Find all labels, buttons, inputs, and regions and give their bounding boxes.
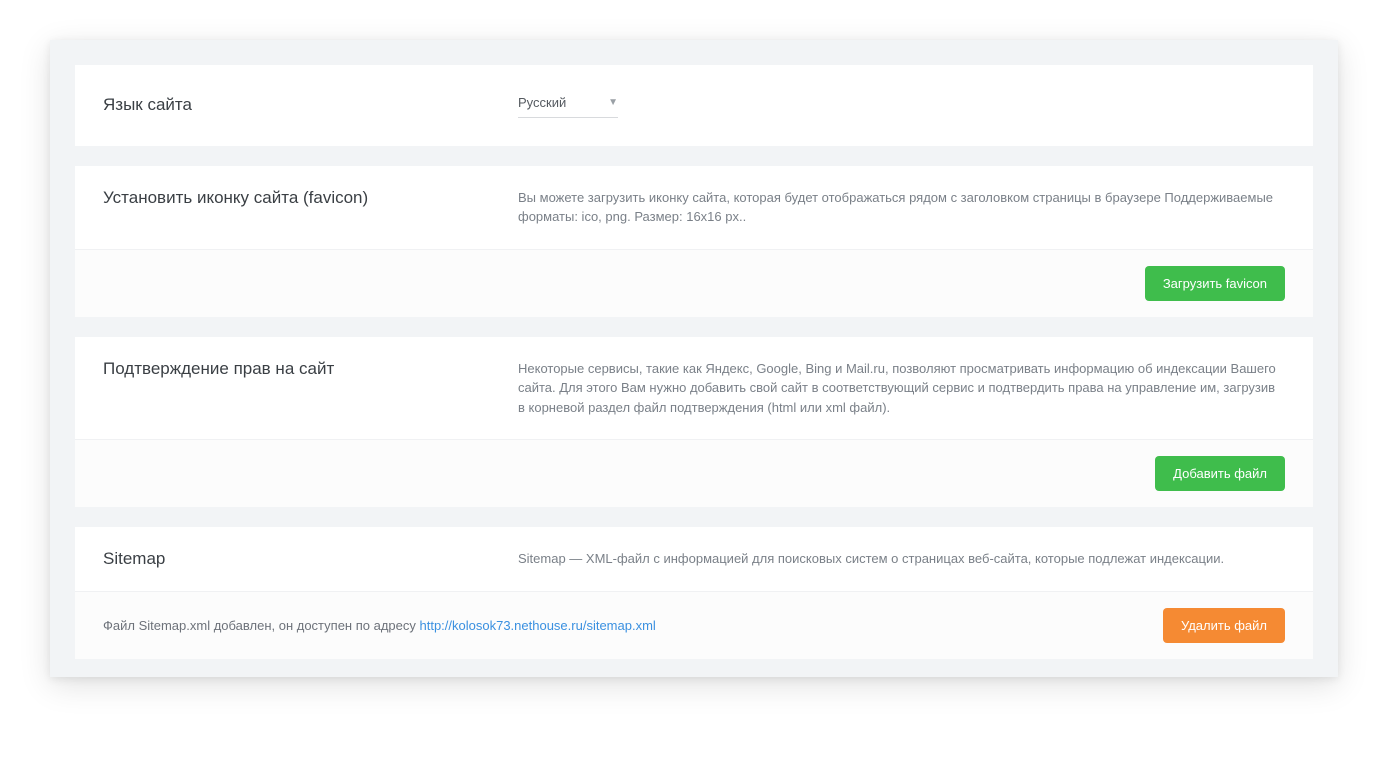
delete-file-button[interactable]: Удалить файл — [1163, 608, 1285, 643]
sitemap-status-prefix: Файл Sitemap.xml добавлен, он доступен п… — [103, 618, 420, 633]
verification-card: Подтверждение прав на сайт Некоторые сер… — [75, 337, 1313, 508]
favicon-title: Установить иконку сайта (favicon) — [103, 188, 518, 208]
caret-down-icon: ▼ — [608, 95, 618, 110]
sitemap-title: Sitemap — [103, 549, 518, 569]
favicon-card: Установить иконку сайта (favicon) Вы мож… — [75, 166, 1313, 317]
language-select-value: Русский — [518, 93, 608, 113]
language-select[interactable]: Русский ▼ — [518, 93, 618, 118]
add-file-button[interactable]: Добавить файл — [1155, 456, 1285, 491]
upload-favicon-button[interactable]: Загрузить favicon — [1145, 266, 1285, 301]
language-card: Язык сайта Русский ▼ — [75, 65, 1313, 146]
sitemap-url-link[interactable]: http://kolosok73.nethouse.ru/sitemap.xml — [420, 618, 656, 633]
language-title: Язык сайта — [103, 95, 518, 115]
verification-title: Подтверждение прав на сайт — [103, 359, 518, 379]
sitemap-card: Sitemap Sitemap — XML-файл с информацией… — [75, 527, 1313, 659]
verification-description: Некоторые сервисы, такие как Яндекс, Goo… — [518, 359, 1285, 418]
sitemap-description: Sitemap — XML-файл с информацией для пои… — [518, 549, 1285, 569]
settings-panel: Язык сайта Русский ▼ Установить иконку с… — [50, 40, 1338, 677]
sitemap-status: Файл Sitemap.xml добавлен, он доступен п… — [103, 618, 656, 633]
favicon-description: Вы можете загрузить иконку сайта, котора… — [518, 188, 1285, 227]
